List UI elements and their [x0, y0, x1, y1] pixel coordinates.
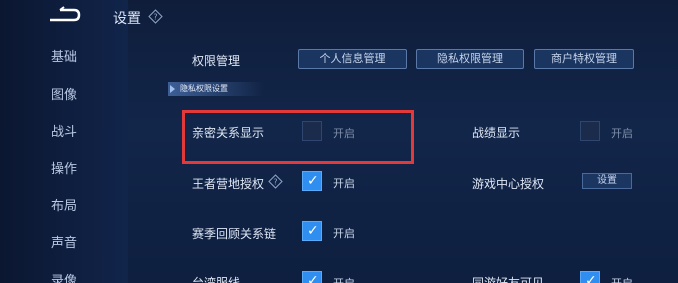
- sidebar: 基础 图像 战斗 操作 布局 声音 录像: [0, 0, 128, 283]
- help-icon[interactable]: ?: [268, 174, 283, 189]
- sidebar-item-basic[interactable]: 基础: [0, 50, 128, 66]
- section-label: 隐私权限设置: [180, 84, 228, 93]
- sidebar-item-graphics[interactable]: 图像: [0, 88, 128, 104]
- taiwan-server-state: 开启: [333, 275, 355, 283]
- check-icon: ✓: [307, 273, 319, 283]
- sidebar-item-sound[interactable]: 声音: [0, 236, 128, 252]
- sidebar-item-combat[interactable]: 战斗: [0, 125, 128, 141]
- sidebar-item-layout[interactable]: 布局: [0, 199, 128, 215]
- check-icon: ✓: [307, 223, 319, 239]
- record-display-checkbox[interactable]: [580, 121, 600, 141]
- co-op-friends-state: 开启: [611, 275, 633, 283]
- privacy-permission-button[interactable]: 隐私权限管理: [416, 49, 524, 69]
- highlight-box: [182, 110, 414, 164]
- camp-authorize-label: 王者营地授权: [192, 177, 265, 191]
- taiwan-server-label: 台湾服线: [192, 276, 241, 283]
- check-icon: ✓: [585, 273, 597, 283]
- season-review-state: 开启: [333, 227, 355, 240]
- game-center-label: 游戏中心授权: [472, 177, 545, 191]
- record-display-state: 开启: [611, 127, 633, 140]
- co-op-friends-checkbox[interactable]: ✓: [580, 271, 600, 283]
- game-center-settings-button[interactable]: 设置: [582, 173, 632, 189]
- camp-authorize-checkbox[interactable]: ✓: [302, 171, 322, 191]
- personal-info-button[interactable]: 个人信息管理: [298, 49, 407, 69]
- sidebar-item-controls[interactable]: 操作: [0, 162, 128, 178]
- sidebar-item-replay[interactable]: 录像: [0, 274, 128, 283]
- svg-text:?: ?: [273, 178, 277, 187]
- camp-authorize-state: 开启: [333, 177, 355, 190]
- season-review-label: 赛季回顾关系链: [192, 227, 277, 241]
- section-tag: 隐私权限设置: [168, 82, 264, 96]
- tag-arrow-icon: [170, 85, 175, 93]
- record-display-label: 战绩显示: [472, 126, 521, 140]
- back-arrow-icon[interactable]: [46, 6, 82, 26]
- taiwan-server-checkbox[interactable]: ✓: [302, 271, 322, 283]
- season-review-checkbox[interactable]: ✓: [302, 221, 322, 241]
- permissions-label: 权限管理: [192, 54, 241, 68]
- check-icon: ✓: [307, 173, 319, 189]
- co-op-friends-label: 同游好友可见: [472, 276, 545, 283]
- merchant-privilege-button[interactable]: 商户特权管理: [534, 49, 634, 69]
